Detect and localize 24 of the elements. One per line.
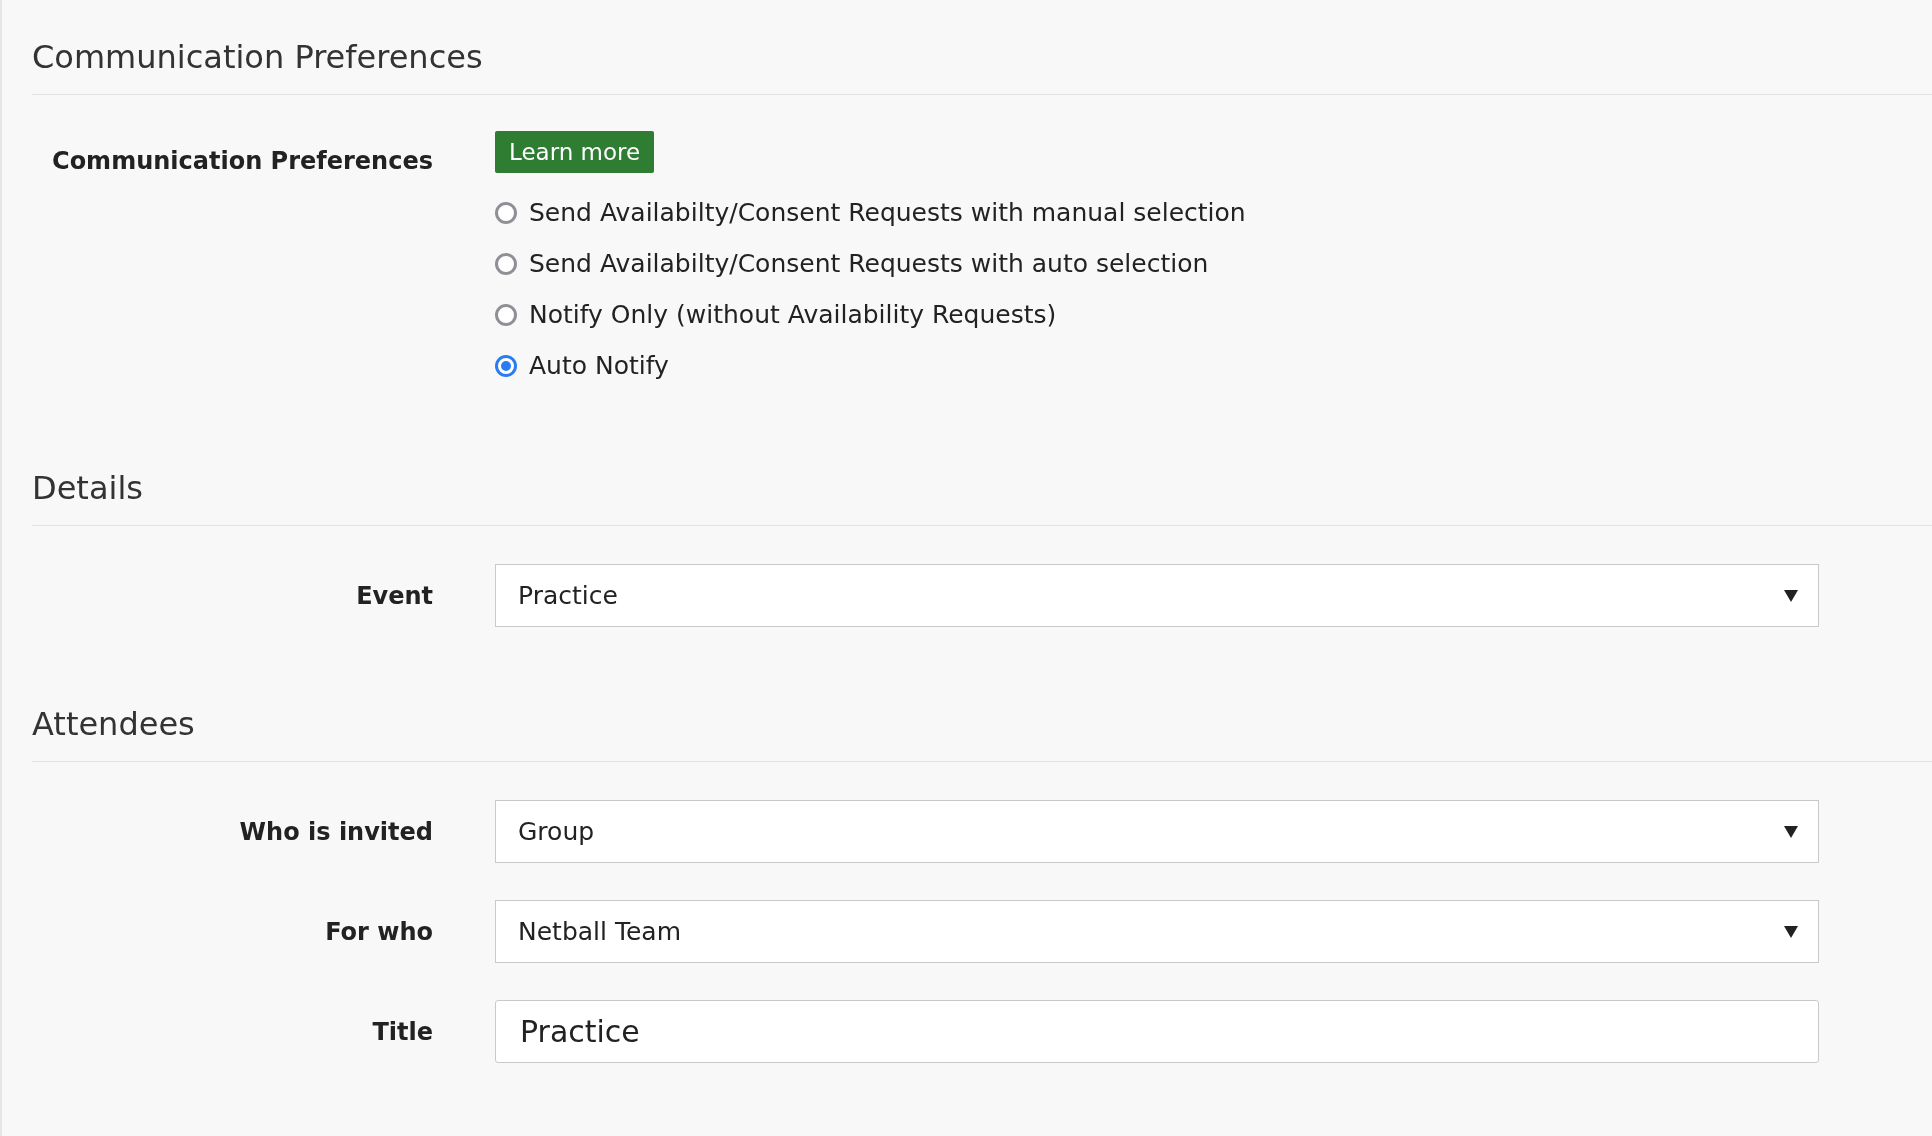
radio-icon[interactable] bbox=[495, 252, 517, 275]
caret-icon bbox=[1784, 825, 1798, 838]
input-field[interactable]: Practice bbox=[495, 1000, 1819, 1063]
radio-icon[interactable] bbox=[495, 303, 517, 326]
radio-icon[interactable] bbox=[495, 354, 517, 377]
field-label: Event bbox=[356, 581, 433, 610]
field-label: Communication Preferences bbox=[52, 146, 433, 175]
radio-option[interactable]: Send Availabilty/Consent Requests with manual selection bbox=[495, 187, 1246, 238]
section-heading: Communication Preferences bbox=[32, 18, 1932, 95]
caret-icon bbox=[1784, 589, 1798, 602]
select-field[interactable]: Practice bbox=[495, 564, 1819, 627]
radio-icon[interactable] bbox=[495, 201, 517, 224]
select-field[interactable]: Netball Team bbox=[495, 900, 1819, 963]
field-label: For who bbox=[325, 917, 433, 946]
field-label: Who is invited bbox=[239, 817, 433, 846]
section-heading: Details bbox=[32, 449, 1932, 526]
section-heading: Attendees bbox=[32, 685, 1932, 762]
radio-option[interactable]: Send Availabilty/Consent Requests with auto selection bbox=[495, 238, 1209, 289]
field-label: Title bbox=[372, 1017, 433, 1046]
radio-option[interactable]: Auto Notify bbox=[495, 340, 669, 391]
learn-more-button[interactable]: Learn more bbox=[495, 131, 655, 173]
select-field[interactable]: Group bbox=[495, 800, 1819, 863]
caret-icon bbox=[1784, 925, 1798, 938]
radio-option[interactable]: Notify Only (without Availability Requests) bbox=[495, 289, 1057, 340]
